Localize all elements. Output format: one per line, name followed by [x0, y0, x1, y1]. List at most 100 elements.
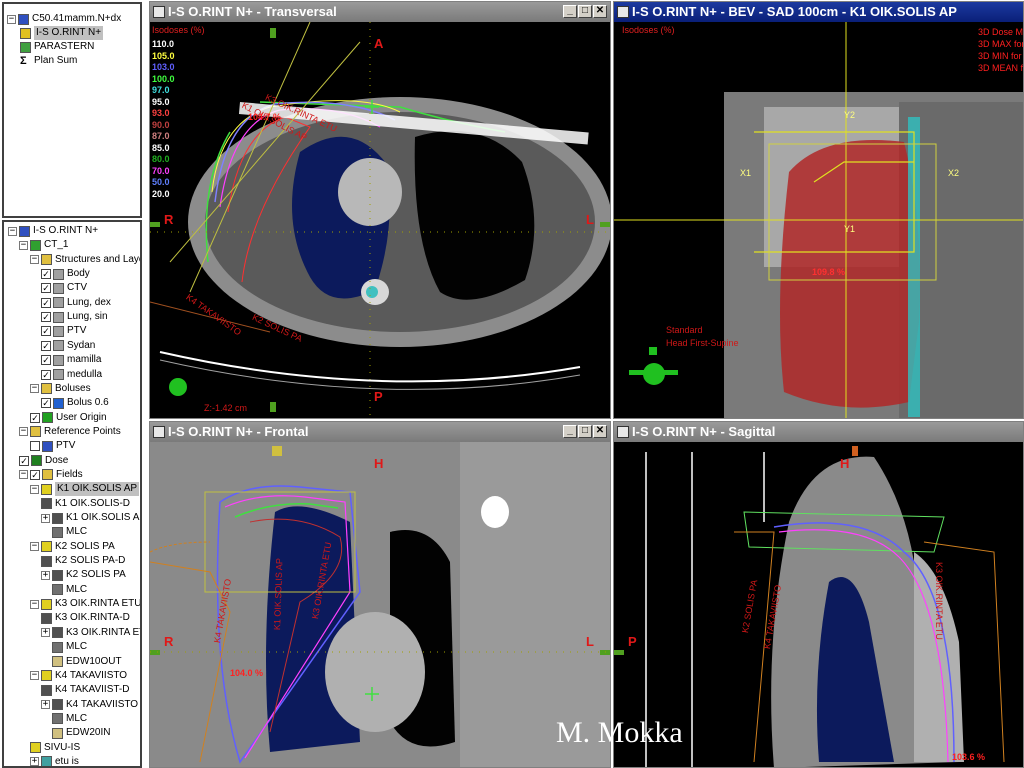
- visibility-checkbox[interactable]: ✓: [41, 312, 51, 323]
- tree-item[interactable]: − K3 OIK.RINTA ETU: [30, 597, 140, 611]
- tree-item[interactable]: MLC: [52, 640, 87, 654]
- collapse-icon[interactable]: −: [30, 599, 39, 609]
- tree-item[interactable]: − C50.41mamm.N+dx: [7, 12, 121, 26]
- tree-item[interactable]: ✓ Lung, sin: [41, 310, 108, 324]
- expand-icon[interactable]: +: [41, 700, 50, 710]
- tree-item[interactable]: MLC: [52, 712, 87, 726]
- tree-item[interactable]: + K1 OIK.SOLIS AP: [41, 511, 140, 525]
- orient-posterior: P: [374, 389, 383, 404]
- tree-item[interactable]: ✓ Lung, dex: [41, 296, 111, 310]
- tree-item[interactable]: ✓ Bolus 0.6: [41, 396, 109, 410]
- tree-item[interactable]: + etu is: [30, 755, 79, 766]
- tree-item[interactable]: − Boluses: [30, 382, 91, 396]
- tree-item-label: PARASTERN: [34, 41, 95, 52]
- collapse-icon[interactable]: −: [30, 671, 39, 681]
- tree-item[interactable]: K2 SOLIS PA-D: [41, 554, 125, 568]
- maximize-button[interactable]: □: [578, 425, 592, 438]
- structure-icon: [41, 555, 52, 567]
- tree-item-label: Plan Sum: [34, 55, 78, 66]
- bev-titlebar[interactable]: I-S O.RINT N+ - BEV - SAD 100cm - K1 OIK…: [614, 2, 1023, 22]
- window-title: I-S O.RINT N+ - BEV - SAD 100cm - K1 OIK…: [632, 4, 957, 19]
- close-button[interactable]: ✕: [593, 5, 607, 18]
- expand-icon[interactable]: +: [41, 570, 50, 580]
- tree-item[interactable]: − CT_1: [19, 238, 68, 252]
- tree-item[interactable]: + K4 TAKAVIISTO: [41, 698, 138, 712]
- frontal-viewport[interactable]: H R L K4 TAKAVIISTO K1 OIK.SOLIS AP K3 O…: [150, 442, 610, 767]
- structure-icon: [53, 325, 64, 337]
- tree-item[interactable]: ✓ Sydan: [41, 339, 95, 353]
- bev-viewport[interactable]: Isodoses (%) 3D Dose MA 3D MAX for F 3D MI…: [614, 22, 1023, 418]
- maximize-button[interactable]: □: [578, 5, 592, 18]
- collapse-icon[interactable]: −: [19, 470, 28, 480]
- tree-item[interactable]: ✓ User Origin: [30, 411, 107, 425]
- tree-item-label: K3 OIK.RINTA ETU: [66, 626, 140, 638]
- isodose-level: 80.0: [152, 154, 170, 164]
- transversal-titlebar[interactable]: I-S O.RINT N+ - Transversal _ □ ✕: [150, 2, 610, 22]
- tree-item[interactable]: K1 OIK.SOLIS-D: [41, 497, 130, 511]
- sagittal-titlebar[interactable]: I-S O.RINT N+ - Sagittal: [614, 422, 1023, 442]
- visibility-checkbox[interactable]: ✓: [41, 283, 51, 294]
- tree-item[interactable]: − K4 TAKAVIISTO: [30, 669, 127, 683]
- expand-icon[interactable]: +: [41, 628, 50, 638]
- visibility-checkbox[interactable]: ✓: [41, 355, 51, 366]
- structure-icon: [42, 412, 53, 424]
- tree-item-selected[interactable]: − K1 OIK.SOLIS AP: [30, 482, 140, 497]
- tree-item[interactable]: K4 TAKAVIIST-D: [41, 683, 129, 697]
- collapse-icon[interactable]: −: [19, 240, 28, 250]
- tree-item-selected[interactable]: I-S O.RINT N+: [20, 26, 104, 40]
- tree-item[interactable]: K3 OIK.RINTA-D: [41, 611, 130, 625]
- tree-item[interactable]: − Structures and Layers: [30, 253, 140, 267]
- tree-item[interactable]: ✓ CTV: [41, 281, 87, 295]
- frontal-window[interactable]: I-S O.RINT N+ - Frontal _ □ ✕ H R L K4 T…: [149, 421, 611, 768]
- visibility-checkbox[interactable]: ✓: [30, 412, 40, 423]
- tree-item[interactable]: Σ Plan Sum: [20, 54, 77, 68]
- tree-item[interactable]: PARASTERN: [20, 40, 94, 54]
- jaw-x2-label: X2: [948, 168, 960, 178]
- tree-item[interactable]: ✓ PTV: [41, 324, 86, 338]
- minimize-button[interactable]: _: [563, 5, 577, 18]
- minimize-button[interactable]: _: [563, 425, 577, 438]
- tree-item[interactable]: EDW10OUT: [52, 655, 122, 669]
- visibility-checkbox[interactable]: [30, 441, 40, 452]
- tree-item[interactable]: ✓ Dose: [19, 454, 68, 468]
- tree-item[interactable]: PTV: [30, 439, 75, 453]
- transversal-window[interactable]: I-S O.RINT N+ - Transversal _ □ ✕ Isodos…: [149, 1, 611, 419]
- tree-item[interactable]: ✓ medulla: [41, 368, 102, 382]
- expand-icon[interactable]: +: [41, 513, 50, 523]
- tree-item[interactable]: − I-S O.RINT N+: [8, 224, 98, 238]
- tree-item[interactable]: MLC: [52, 525, 87, 539]
- tree-item[interactable]: + K2 SOLIS PA: [41, 568, 126, 582]
- visibility-checkbox[interactable]: ✓: [41, 326, 51, 337]
- visibility-checkbox[interactable]: ✓: [19, 455, 29, 466]
- visibility-checkbox[interactable]: ✓: [41, 269, 51, 280]
- visibility-checkbox[interactable]: ✓: [30, 469, 40, 480]
- visibility-checkbox[interactable]: ✓: [41, 297, 51, 308]
- collapse-icon[interactable]: −: [8, 226, 17, 236]
- collapse-icon[interactable]: −: [30, 484, 39, 494]
- tree-item[interactable]: + K3 OIK.RINTA ETU: [41, 626, 140, 640]
- tree-item[interactable]: ✓ mamilla: [41, 353, 101, 367]
- tree-item[interactable]: SIVU-IS: [30, 741, 80, 755]
- bev-window[interactable]: I-S O.RINT N+ - BEV - SAD 100cm - K1 OIK…: [613, 1, 1024, 419]
- close-button[interactable]: ✕: [593, 425, 607, 438]
- collapse-icon[interactable]: −: [30, 255, 39, 265]
- isodose-title: Isodoses (%): [622, 25, 675, 35]
- tree-item[interactable]: MLC: [52, 583, 87, 597]
- collapse-icon[interactable]: −: [30, 542, 39, 552]
- visibility-checkbox[interactable]: ✓: [41, 369, 51, 380]
- visibility-checkbox[interactable]: ✓: [41, 340, 51, 351]
- tree-item[interactable]: − K2 SOLIS PA: [30, 540, 115, 554]
- tree-item[interactable]: EDW20IN: [52, 726, 110, 740]
- dose-max-label: 104.7 %: [248, 112, 282, 122]
- collapse-icon[interactable]: −: [19, 427, 28, 437]
- tree-item[interactable]: − Reference Points: [19, 425, 121, 439]
- frontal-titlebar[interactable]: I-S O.RINT N+ - Frontal _ □ ✕: [150, 422, 610, 442]
- tree-item[interactable]: − ✓ Fields: [19, 468, 83, 482]
- visibility-checkbox[interactable]: ✓: [41, 398, 51, 409]
- transversal-viewport[interactable]: Isodoses (%) 110.0 105.0 103.0 100.0 97.0 95.…: [150, 22, 610, 418]
- expand-icon[interactable]: +: [30, 757, 39, 766]
- tree-item[interactable]: ✓ Body: [41, 267, 90, 281]
- collapse-icon[interactable]: −: [30, 384, 39, 394]
- tree-item-label: Fields: [56, 468, 83, 480]
- collapse-icon[interactable]: −: [7, 14, 16, 24]
